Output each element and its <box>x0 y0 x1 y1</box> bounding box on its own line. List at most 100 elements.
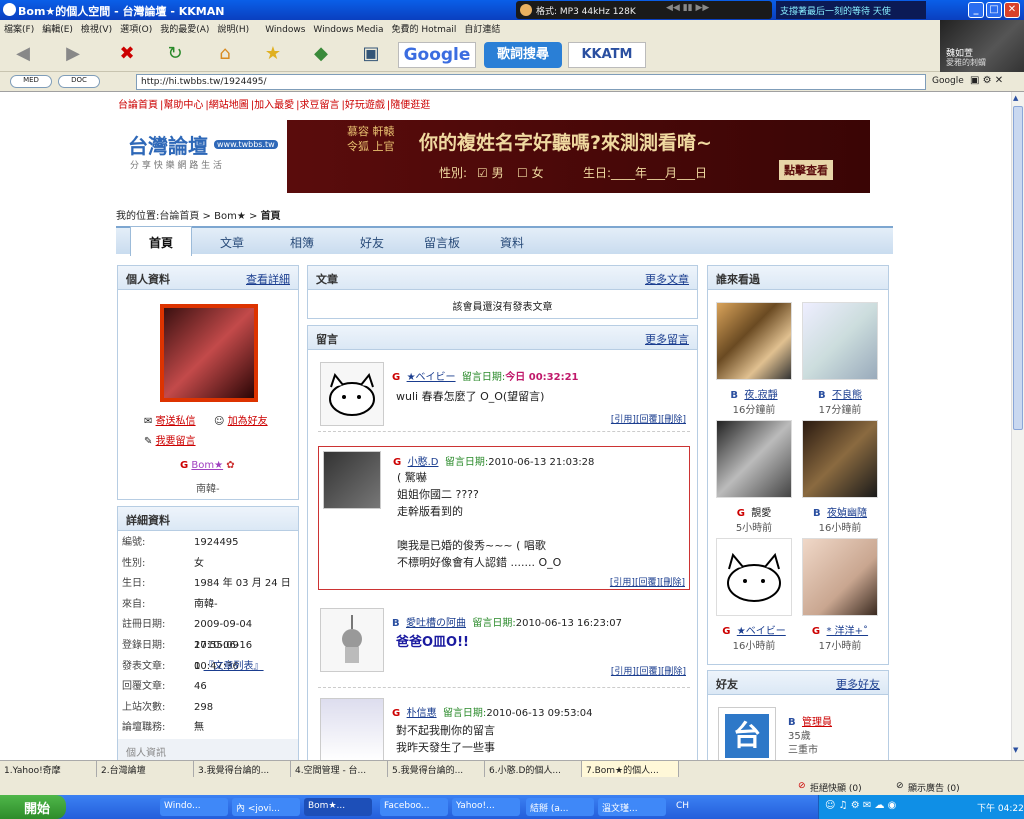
maximize-button[interactable]: □ <box>986 2 1002 18</box>
tab-articles[interactable]: 文章 <box>220 234 244 251</box>
top-link-help[interactable]: 幫助中心 <box>163 100 203 111</box>
menu-favorites[interactable]: 我的最愛(A) <box>156 20 213 37</box>
more-articles-link[interactable]: 更多文章 <box>645 271 689 287</box>
home-button[interactable]: ⌂ <box>210 40 240 68</box>
message-author[interactable]: 小憨.D <box>408 457 439 468</box>
visitor-item[interactable]: G 靚愛 5小時前 <box>716 420 792 534</box>
link-hotmail[interactable]: 免費的 Hotmail <box>387 20 460 37</box>
taskbar-item-active[interactable]: Bom★... <box>304 798 372 816</box>
link-windows[interactable]: Windows <box>261 23 309 37</box>
visitor-item[interactable]: G * 洋洋+˚ 17小時前 <box>802 538 878 652</box>
top-link-browse[interactable]: 隨便逛逛 <box>390 100 430 111</box>
banner-male-option[interactable]: ☑ 男 <box>477 164 504 181</box>
tray-icons[interactable]: ☺ ♫ ⚙ ✉ ☁ ◉ <box>825 800 896 811</box>
more-messages-link[interactable]: 更多留言 <box>645 331 689 347</box>
browser-tab[interactable]: 1.Yahoo!奇摩 <box>0 761 97 777</box>
menu-edit[interactable]: 編輯(E) <box>38 20 77 37</box>
google-button[interactable]: Google <box>398 42 476 68</box>
banner-check-button[interactable]: 點擊查看 <box>779 160 833 180</box>
send-message-link[interactable]: ✉ 寄送私信 <box>144 412 196 427</box>
scroll-up-icon[interactable]: ▲ <box>1013 94 1023 104</box>
plugin-button[interactable]: ◆ <box>306 40 336 68</box>
banner-female-option[interactable]: ☐ 女 <box>517 164 544 181</box>
favorites-folder-button[interactable]: ★ <box>258 40 288 68</box>
visitor-item[interactable]: B 夜.寂靜 16分鐘前 <box>716 302 792 416</box>
visitor-item[interactable]: B 夜媜幽隨 16小時前 <box>802 420 878 534</box>
message-avatar[interactable] <box>320 698 384 760</box>
minimize-button[interactable]: _ <box>968 2 984 18</box>
profile-avatar[interactable] <box>160 304 258 402</box>
browser-tab[interactable]: 3.我覺得台論的... <box>194 761 291 777</box>
message-avatar[interactable] <box>320 608 384 672</box>
taskbar-item[interactable]: 溫文瑾... <box>598 798 666 816</box>
menu-file[interactable]: 檔案(F) <box>0 20 38 37</box>
start-button[interactable]: 開始 <box>0 795 66 819</box>
cube-button[interactable]: ▣ <box>356 40 386 68</box>
language-indicator[interactable]: CH <box>676 801 689 811</box>
lyrics-search-button[interactable]: 歌詞搜尋 <box>484 42 562 68</box>
visitor-item[interactable]: B 不良熊 17分鐘前 <box>802 302 878 416</box>
browser-tab[interactable]: 2.台灣論壇 <box>97 761 194 777</box>
stop-button[interactable]: ✖ <box>112 40 142 68</box>
taskbar-item[interactable]: Faceboo... <box>380 798 448 816</box>
message-author[interactable]: 愛吐槽の阿曲 <box>406 618 466 629</box>
visitor-avatar[interactable] <box>802 302 878 380</box>
popup-blocker[interactable]: 拒絕快顯 (0) <box>810 781 862 794</box>
browser-tab[interactable]: 6.小憨.D的個人... <box>485 761 582 777</box>
message-actions[interactable]: [引用][回覆][刪除] <box>610 575 685 588</box>
message-avatar[interactable] <box>320 362 384 426</box>
search-options-icon[interactable]: ▣ ⚙ ✕ <box>970 75 1003 86</box>
close-button[interactable]: ✕ <box>1004 2 1020 18</box>
top-link-games[interactable]: 好玩遊戲 <box>345 100 385 111</box>
link-custom[interactable]: 自訂連結 <box>460 20 504 37</box>
menu-help[interactable]: 說明(H) <box>213 20 253 37</box>
tab-friends[interactable]: 好友 <box>360 234 384 251</box>
visitor-name[interactable]: 不良熊 <box>832 390 862 401</box>
menu-options[interactable]: 選項(O) <box>116 20 156 37</box>
message-author[interactable]: ★ベイビー <box>407 372 456 383</box>
friend-avatar[interactable]: 台 <box>718 707 776 760</box>
leave-message-link[interactable]: ✎ 我要留言 <box>144 432 196 447</box>
visitor-item[interactable]: G ★ベイビー 16小時前 <box>716 538 792 652</box>
forward-button[interactable]: ▶ <box>58 40 88 68</box>
taskbar-item[interactable]: Windo... <box>160 798 228 816</box>
visitor-name[interactable]: * 洋洋+˚ <box>827 626 869 637</box>
back-button[interactable]: ◀ <box>8 40 38 68</box>
media-controls-icon[interactable]: ◀◀ ▮▮ ▶▶ <box>666 3 709 13</box>
mini-button-2[interactable]: DOC <box>58 75 100 88</box>
kkatm-button[interactable]: KKATM <box>568 42 646 68</box>
add-friend-link[interactable]: ☺ 加為好友 <box>214 412 268 427</box>
breadcrumb-home[interactable]: 台論首頁 <box>159 211 199 222</box>
top-link-request[interactable]: 求豆留言 <box>300 100 340 111</box>
visitor-avatar[interactable] <box>802 420 878 498</box>
search-engine-label[interactable]: Google <box>932 76 964 86</box>
media-player[interactable]: 格式: MP3 44kHz 128K ◀◀ ▮▮ ▶▶ <box>516 1 772 19</box>
show-ads-icon[interactable]: ⊘ <box>896 781 904 791</box>
more-friends-link[interactable]: 更多好友 <box>836 676 880 692</box>
visitor-name[interactable]: 夜媜幽隨 <box>827 508 867 519</box>
top-link-sitemap[interactable]: 網站地圖 <box>209 100 249 111</box>
site-logo[interactable]: 台灣論壇 www.twbbs.tw 分 享 快 樂 網 路 生 活 <box>128 126 282 176</box>
message-actions[interactable]: [引用][回覆][刪除] <box>611 664 686 677</box>
visitor-name[interactable]: 靚愛 <box>751 508 771 519</box>
menu-view[interactable]: 檢視(V) <box>77 20 116 37</box>
visitor-name[interactable]: ★ベイビー <box>737 626 786 637</box>
view-details-link[interactable]: 查看詳細 <box>246 271 290 287</box>
visitor-avatar[interactable] <box>716 420 792 498</box>
message-actions[interactable]: [引用][回覆][刪除] <box>611 412 686 425</box>
show-ads[interactable]: 顯示廣告 (0) <box>908 781 960 794</box>
scroll-down-icon[interactable]: ▼ <box>1013 746 1023 756</box>
url-input[interactable]: http://hi.twbbs.tw/1924495/ <box>136 74 926 90</box>
browser-tab[interactable]: 4.空間管理 - 台... <box>291 761 388 777</box>
browser-tab-active[interactable]: 7.Bom★的個人... <box>582 761 679 777</box>
refresh-button[interactable]: ↻ <box>160 40 190 68</box>
tab-album[interactable]: 相簿 <box>290 234 314 251</box>
ad-banner[interactable]: 慕容 軒轅 令狐 上官 你的複姓名字好聽嗎?來測測看唷~ 性別: ☑ 男 ☐ 女… <box>287 120 870 193</box>
popup-blocker-icon[interactable]: ⊘ <box>798 781 806 791</box>
tab-home[interactable]: 首頁 <box>130 226 193 256</box>
taskbar-item[interactable]: 內 <jovi... <box>232 798 300 816</box>
scroll-thumb[interactable] <box>1013 106 1023 430</box>
visitor-avatar[interactable] <box>802 538 878 616</box>
browser-tab[interactable]: 5.我覺得台論的... <box>388 761 485 777</box>
breadcrumb-user[interactable]: Bom★ <box>214 211 246 222</box>
